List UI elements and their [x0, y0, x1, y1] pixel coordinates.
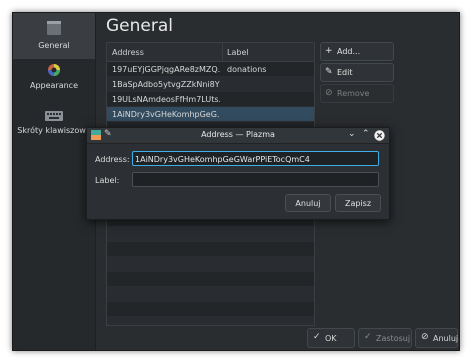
empty-row: [107, 317, 314, 325]
sidebar-item-label: Appearance: [29, 81, 79, 90]
sidebar-item-appearance[interactable]: Appearance: [13, 63, 95, 103]
empty-row: [107, 302, 314, 317]
keyboard-icon: [45, 111, 63, 121]
cancel-icon: ⊘: [421, 332, 429, 342]
remove-button[interactable]: ⊘ Remove: [320, 84, 394, 103]
address-cell: 197uEYjGGPjqgARe8zMZQ...: [112, 65, 220, 74]
add-button-label: Add...: [337, 47, 361, 56]
dialog-titlebar[interactable]: ✎ Address — Plazma ⌄ ⌃: [87, 128, 389, 144]
table-row[interactable]: 1BaSpAdbo5ytvgZZkNni8YL...: [107, 77, 314, 92]
sidebar: General Appearance Skróty klawiszowe: [13, 13, 96, 350]
page-title: General: [106, 16, 173, 36]
column-divider: [222, 43, 223, 61]
dialog-save-button[interactable]: Zapisz: [335, 194, 381, 212]
general-settings-icon: [47, 21, 61, 35]
apply-button[interactable]: ✓ Zastosuj: [358, 328, 412, 348]
empty-row: [107, 257, 314, 272]
label-input[interactable]: [132, 172, 379, 187]
table-row[interactable]: 197uEYjGGPjqgARe8zMZQ... donations: [107, 62, 314, 77]
table-header: Address Label: [107, 43, 314, 62]
address-cell: 1AiNDry3vGHeKomhpGeG...: [112, 110, 220, 119]
edit-button[interactable]: ✎ Edit: [320, 63, 394, 82]
address-cell: 1BaSpAdbo5ytvgZZkNni8YL...: [112, 80, 220, 89]
plus-icon: +: [325, 46, 333, 56]
address-input[interactable]: 1AiNDry3vGHeKomhpGeGWarPPiETocQmC4: [132, 151, 379, 166]
close-icon[interactable]: [374, 130, 385, 141]
column-header-label[interactable]: Label: [227, 48, 249, 57]
ok-button-label: OK: [325, 334, 337, 343]
empty-row: [107, 287, 314, 302]
minimize-icon[interactable]: ⌄: [348, 129, 356, 139]
empty-row: [107, 242, 314, 257]
apply-button-label: Zastosuj: [376, 334, 411, 343]
cancel-button-label: Anuluj: [433, 334, 459, 343]
edit-button-label: Edit: [337, 68, 353, 77]
address-cell: 19ULsNAmdeosFfHm7LUts...: [112, 95, 220, 104]
dialog-title: Address — Plazma: [201, 130, 275, 139]
table-row[interactable]: 19ULsNAmdeosFfHm7LUts...: [107, 92, 314, 107]
cancel-button[interactable]: ⊘ Anuluj: [415, 328, 458, 348]
check-icon: ✓: [364, 332, 372, 342]
remove-icon: ⊘: [325, 88, 333, 98]
address-dialog: ✎ Address — Plazma ⌄ ⌃ Address: 1AiNDry3…: [86, 127, 390, 220]
label-cell: donations: [227, 65, 267, 74]
check-icon: ✓: [313, 332, 321, 342]
table-row-selected[interactable]: 1AiNDry3vGHeKomhpGeG...: [107, 107, 314, 122]
label-field-label: Label:: [95, 176, 120, 185]
dialog-cancel-button[interactable]: Anuluj: [285, 194, 331, 212]
ok-button[interactable]: ✓ OK: [307, 328, 355, 348]
pencil-icon: ✎: [325, 67, 333, 77]
address-field-label: Address:: [95, 155, 130, 164]
sidebar-item-label: General: [38, 41, 70, 50]
column-header-address[interactable]: Address: [112, 48, 144, 57]
empty-row: [107, 272, 314, 287]
remove-button-label: Remove: [337, 89, 370, 98]
empty-row: [107, 227, 314, 242]
add-button[interactable]: + Add...: [320, 42, 394, 61]
sidebar-item-shortcuts[interactable]: Skróty klawiszowe: [13, 110, 95, 150]
sidebar-item-general[interactable]: General: [13, 13, 95, 59]
sidebar-item-label: Skróty klawiszowe: [17, 126, 91, 135]
maximize-icon[interactable]: ⌃: [362, 129, 370, 139]
color-wheel-icon: [48, 64, 60, 76]
